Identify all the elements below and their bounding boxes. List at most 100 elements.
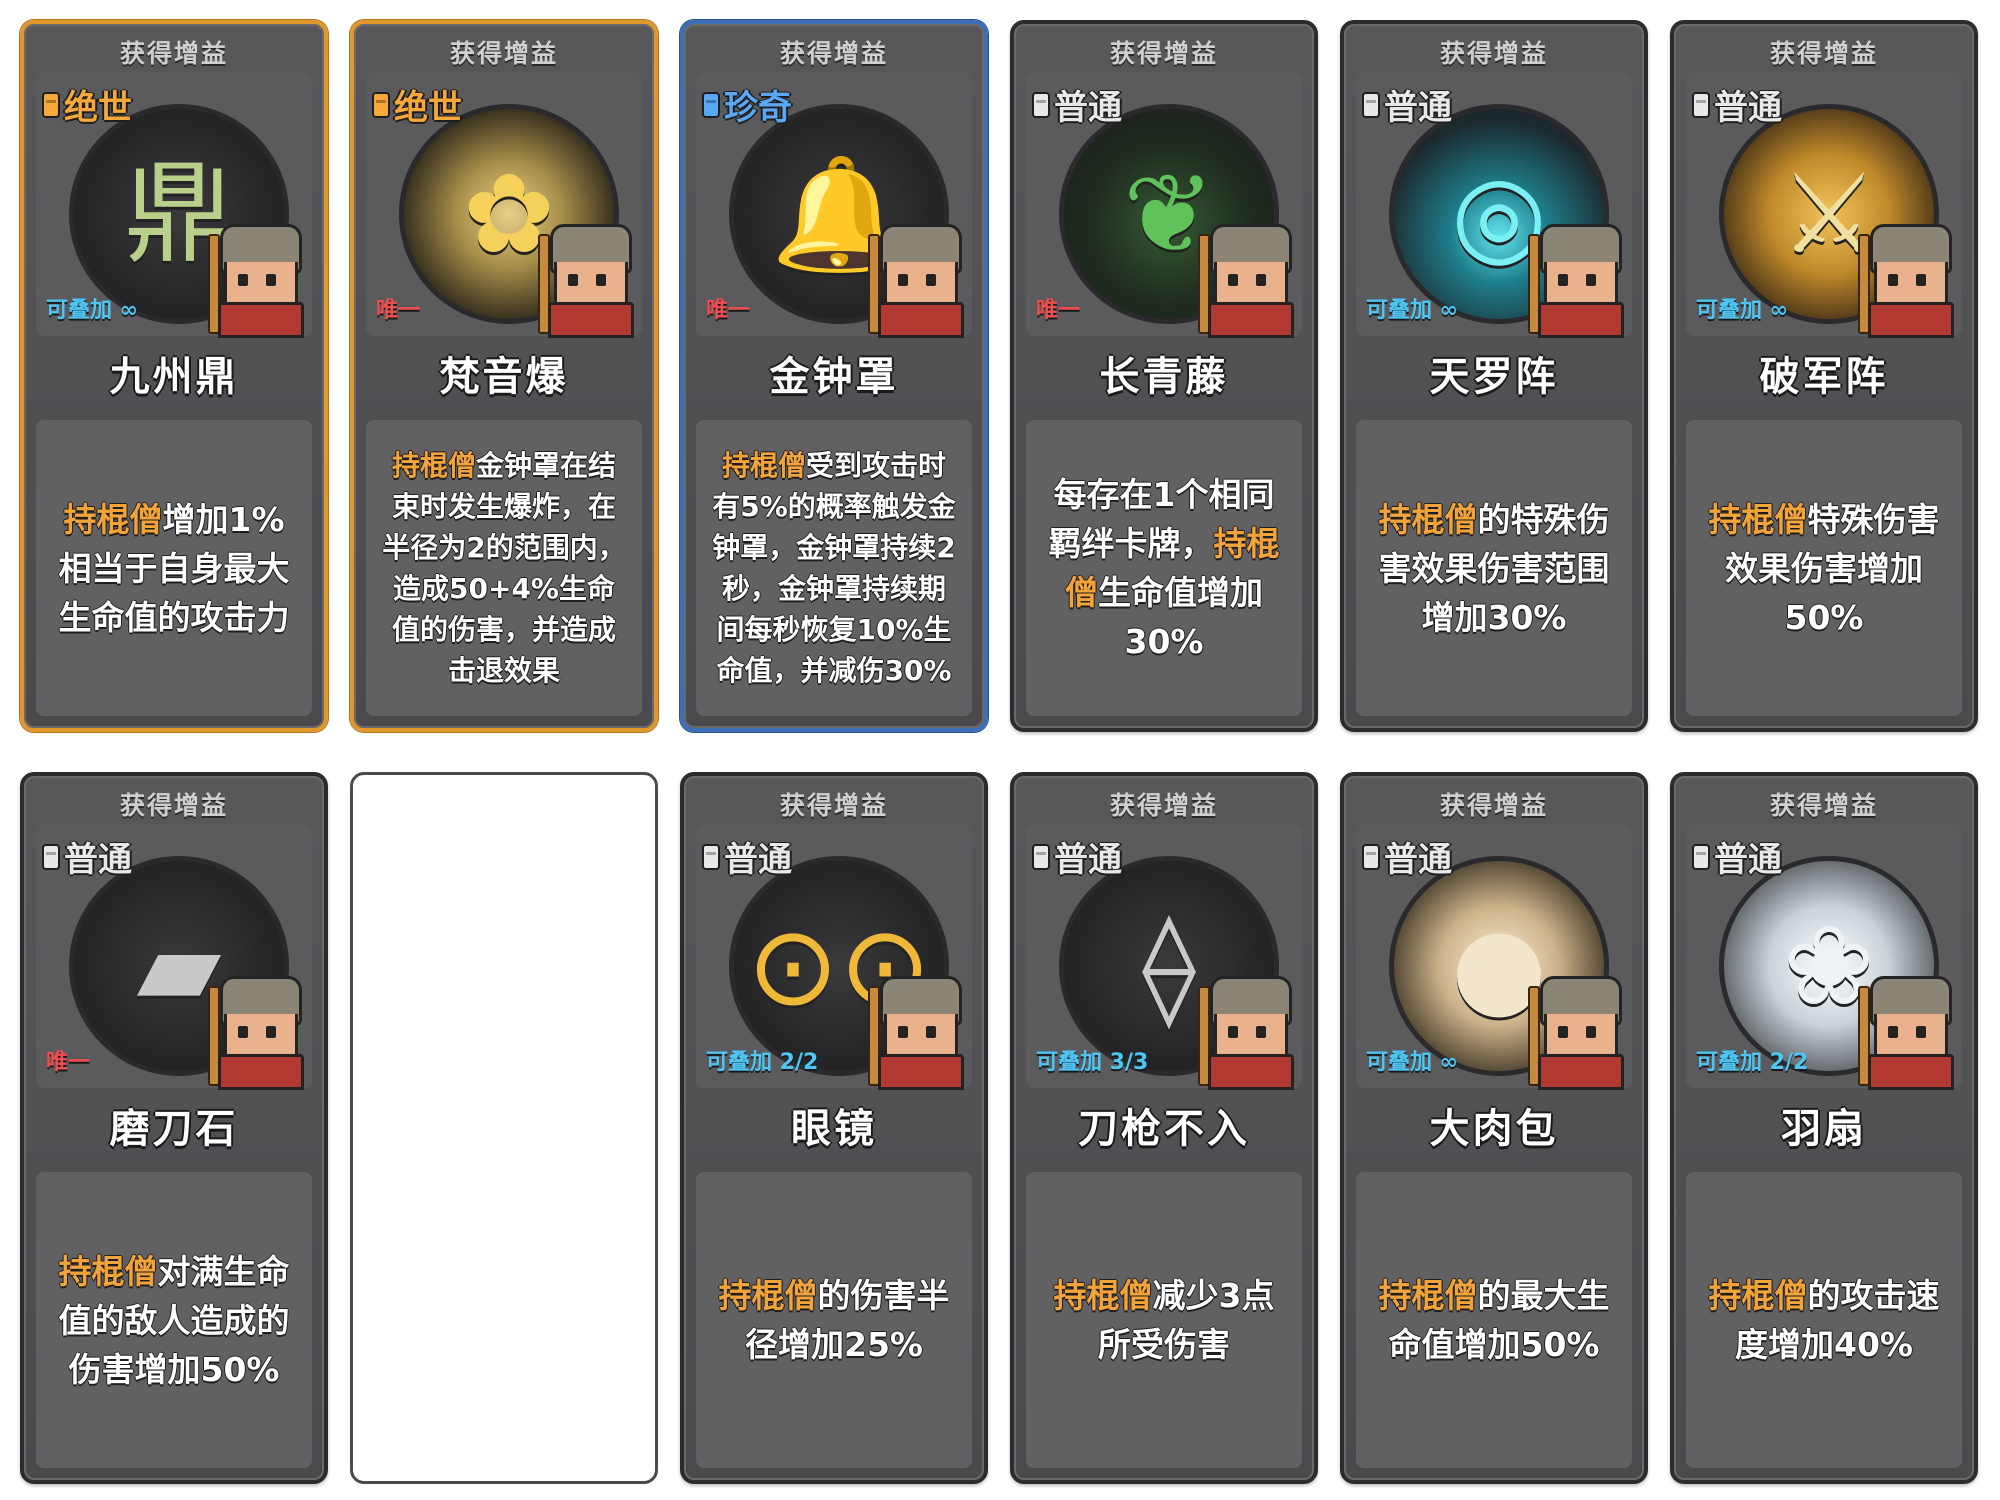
card-art-panel: ▰ 普通 唯一 [36, 824, 312, 1090]
portrait-eye-l [568, 274, 578, 286]
card-header-label: 获得增益 [779, 39, 888, 68]
card-art-panel: 鼎绝世 可叠加 ∞ [36, 72, 312, 338]
portrait-face [884, 262, 958, 307]
stack-label: 唯一 [376, 298, 421, 323]
portrait-eye-l [1558, 1026, 1568, 1038]
portrait-eye-r [266, 1026, 276, 1038]
rarity-card-icon [1032, 843, 1050, 870]
card-art-panel: ❀ 普通 可叠加 2/2 [1686, 824, 1962, 1090]
buff-card[interactable]: 获得增益 ⚔ 普通 可叠加 ∞ 破军阵 持棍僧特殊伤害效果伤害增加50% [1670, 20, 1978, 732]
rarity-label: 普通 [1362, 832, 1452, 881]
rarity-text: 普通 [1054, 840, 1122, 880]
portrait-face [1214, 1014, 1288, 1059]
portrait-body [878, 1054, 964, 1090]
card-title: 梵音爆 [439, 354, 569, 400]
buff-card[interactable]: 获得增益 ⊙⊙ 普通 可叠加 2/2 眼镜 持棍僧的伤害半径增加25% [680, 772, 988, 1484]
portrait-eye-l [1228, 1026, 1238, 1038]
portrait-eye-r [926, 1026, 936, 1038]
rarity-card-icon [1362, 843, 1380, 870]
rarity-card-icon [702, 91, 720, 118]
buff-card[interactable]: 获得增益 ❦ 普通 唯一 长青藤 每存在1个相同羁绊卡牌，持棍僧生命值增加30% [1010, 20, 1318, 732]
hero-name-highlight: 持棍僧 [1708, 1276, 1808, 1315]
rarity-text: 珍奇 [724, 88, 792, 128]
staff-monk-portrait [1858, 224, 1954, 338]
portrait-eye-l [1888, 1026, 1898, 1038]
portrait-face [1544, 262, 1618, 307]
hero-name-highlight: 持棍僧 [63, 499, 163, 539]
portrait-face [224, 1014, 298, 1059]
portrait-eye-l [1888, 274, 1898, 286]
card-art-panel: ⊙⊙ 普通 可叠加 2/2 [696, 824, 972, 1090]
rarity-text: 普通 [1054, 88, 1122, 128]
rarity-card-icon [42, 91, 60, 118]
portrait-body [218, 302, 304, 338]
portrait-face [1874, 1014, 1948, 1059]
card-header-label: 获得增益 [1769, 39, 1878, 68]
hero-name-highlight: 持棍僧 [58, 1251, 158, 1291]
staff-monk-portrait [1198, 976, 1294, 1090]
card-header-label: 获得增益 [1109, 39, 1218, 68]
card-description: 持棍僧的攻击速度增加40% [1686, 1172, 1962, 1468]
rarity-card-icon [1362, 91, 1380, 118]
rarity-card-icon [702, 843, 720, 870]
card-description: 持棍僧受到攻击时有5%的概率触发金钟罩，金钟罩持续2秒，金钟罩持续期间每秒恢复1… [696, 420, 972, 716]
portrait-eye-r [596, 274, 606, 286]
rarity-card-icon [1692, 91, 1710, 118]
rarity-text: 普通 [1714, 88, 1782, 128]
portrait-body [1208, 302, 1294, 338]
card-title: 大肉包 [1429, 1106, 1559, 1152]
rarity-card-icon [372, 91, 390, 118]
card-header-label: 获得增益 [119, 39, 228, 68]
rarity-label: 普通 [1032, 80, 1122, 129]
staff-monk-portrait [1528, 976, 1624, 1090]
rarity-label: 普通 [702, 832, 792, 881]
card-header-label: 获得增益 [1439, 791, 1548, 820]
card-title: 金钟罩 [769, 354, 899, 400]
rarity-text: 普通 [1384, 840, 1452, 880]
stack-label: 可叠加 ∞ [1696, 298, 1788, 323]
staff-monk-portrait [1528, 224, 1624, 338]
stack-label: 唯一 [706, 298, 751, 323]
stack-label: 可叠加 3/3 [1036, 1050, 1149, 1075]
card-header-label: 获得增益 [1109, 791, 1218, 820]
description-text: 持棍僧增加1%相当于自身最大生命值的攻击力 [50, 495, 298, 642]
portrait-body [1868, 1054, 1954, 1090]
card-header-label: 获得增益 [119, 791, 228, 820]
portrait-body [218, 1054, 304, 1090]
card-art-panel: ◎ 普通 可叠加 ∞ [1356, 72, 1632, 338]
card-art-panel: ● 普通 可叠加 ∞ [1356, 824, 1632, 1090]
card-title: 磨刀石 [109, 1106, 239, 1152]
description-body: 金钟罩在结束时发生爆炸，在半径为2的范围内，造成50+4%生命值的伤害，并造成击… [382, 449, 626, 687]
stack-label: 唯一 [46, 1050, 91, 1075]
hero-name-highlight: 持棍僧 [391, 449, 476, 482]
portrait-body [1538, 302, 1624, 338]
rarity-card-icon [1032, 91, 1050, 118]
rarity-label: 普通 [1032, 832, 1122, 881]
card-art-panel: ❦ 普通 唯一 [1026, 72, 1302, 338]
description-text: 持棍僧减少3点所受伤害 [1040, 1271, 1288, 1369]
rarity-text: 普通 [1384, 88, 1452, 128]
rarity-label: 普通 [1692, 80, 1782, 129]
card-title: 长青藤 [1099, 354, 1229, 400]
portrait-face [224, 262, 298, 307]
buff-card[interactable]: 获得增益 ◎ 普通 可叠加 ∞ 天罗阵 持棍僧的特殊伤害效果伤害范围增加30% [1340, 20, 1648, 732]
buff-card[interactable]: 获得增益 ⟠ 普通 可叠加 3/3 刀枪不入 持棍僧减少3点所受伤害 [1010, 772, 1318, 1484]
card-grid: 获得增益鼎绝世 可叠加 ∞ 九州鼎 持棍僧增加1%相当于自身最大生命值的攻击力 获得增益… [0, 0, 2000, 1500]
description-text: 持棍僧的攻击速度增加40% [1700, 1271, 1948, 1369]
rarity-text: 普通 [724, 840, 792, 880]
rarity-label: 珍奇 [702, 80, 792, 129]
rarity-label: 普通 [1362, 80, 1452, 129]
buff-card[interactable]: 获得增益 ❀ 普通 可叠加 2/2 羽扇 持棍僧的攻击速度增加40% [1670, 772, 1978, 1484]
buff-card[interactable]: 获得增益 ▰ 普通 唯一磨刀石持棍僧对满生命值的敌人造成的伤害增加50% [20, 772, 328, 1484]
portrait-eye-r [1256, 274, 1266, 286]
card-header-label: 获得增益 [779, 791, 888, 820]
buff-card[interactable]: 获得增益 ✿ 绝世 唯一 梵音爆 持棍僧金钟罩在结束时发生爆炸，在半径为2的范围内，造成5… [350, 20, 658, 732]
portrait-face [554, 262, 628, 307]
portrait-eye-r [1586, 274, 1596, 286]
buff-card[interactable]: 获得增益 🔔 珍奇 唯一 金钟罩 持棍僧受到攻击时有5%的概率触发金钟罩，金钟罩持续2秒，… [680, 20, 988, 732]
buff-card[interactable]: 获得增益鼎绝世 可叠加 ∞ 九州鼎 持棍僧增加1%相当于自身最大生命值的攻击力 [20, 20, 328, 732]
rarity-text: 普通 [1714, 840, 1782, 880]
description-text: 持棍僧对满生命值的敌人造成的伤害增加50% [50, 1247, 298, 1394]
stack-label: 可叠加 ∞ [46, 298, 138, 323]
buff-card[interactable]: 获得增益 ● 普通 可叠加 ∞ 大肉包 持棍僧的最大生命值增加50% [1340, 772, 1648, 1484]
